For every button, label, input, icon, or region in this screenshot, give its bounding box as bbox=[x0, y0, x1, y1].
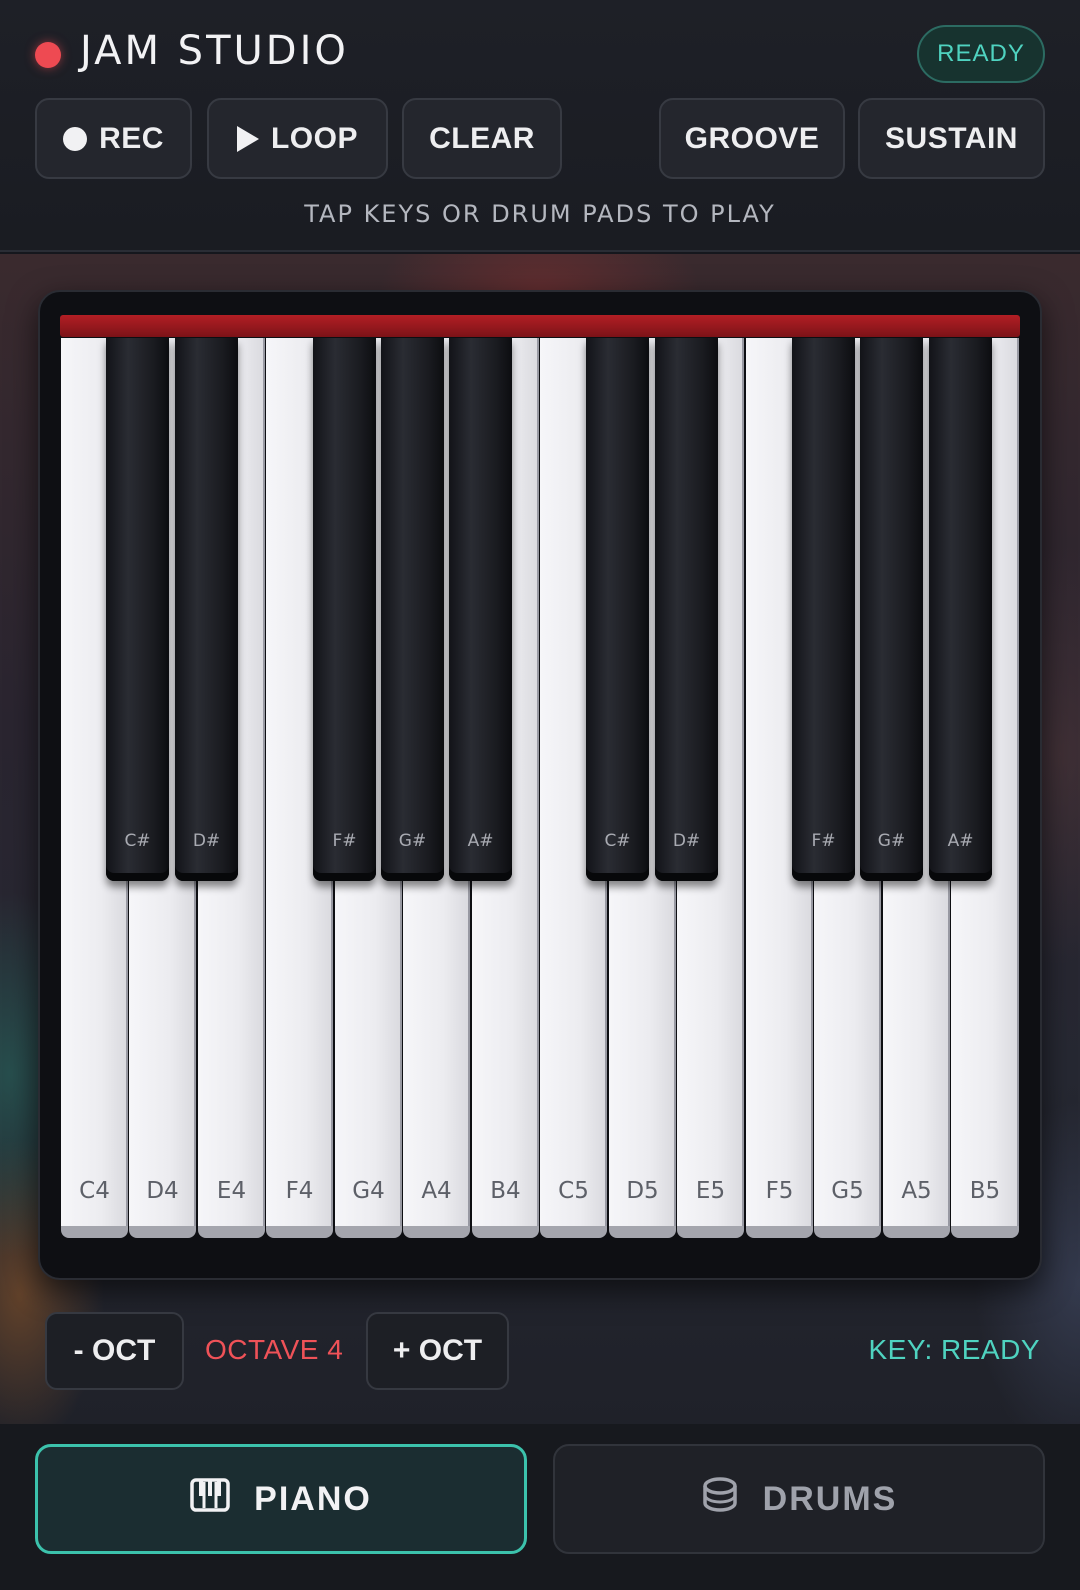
drum-icon bbox=[701, 1476, 739, 1523]
octave-label: OCTAVE 4 bbox=[205, 1334, 344, 1365]
black-key[interactable]: G# bbox=[381, 338, 444, 881]
key-label: G# bbox=[877, 831, 906, 851]
groove-button[interactable]: GROOVE bbox=[659, 98, 845, 179]
play-hint: TAP KEYS OR DRUM PADS TO PLAY bbox=[304, 200, 776, 228]
key-label: G4 bbox=[352, 1178, 385, 1204]
clear-button[interactable]: CLEAR bbox=[402, 98, 562, 179]
black-key[interactable]: G# bbox=[860, 338, 923, 881]
key-label: D4 bbox=[146, 1178, 179, 1204]
black-key[interactable]: D# bbox=[655, 338, 718, 881]
black-key[interactable]: C# bbox=[106, 338, 169, 881]
piano-keys-icon bbox=[190, 1477, 230, 1521]
piano-top-strip bbox=[60, 315, 1020, 337]
rec-button-label: REC bbox=[99, 121, 164, 155]
key-label: A4 bbox=[421, 1178, 452, 1204]
loop-button[interactable]: LOOP bbox=[207, 98, 388, 179]
piano-keyboard: C4 D4 E4 F4 G4 A4 B4 C5 D5 E5 F5 G5 A5 B… bbox=[61, 338, 1020, 1243]
key-label: A# bbox=[947, 831, 974, 851]
sustain-button[interactable]: SUSTAIN bbox=[858, 98, 1045, 179]
key-label: G# bbox=[398, 831, 427, 851]
key-label: C5 bbox=[558, 1178, 589, 1204]
key-label: F5 bbox=[765, 1178, 794, 1204]
key-label: A# bbox=[467, 831, 494, 851]
key-label: C# bbox=[604, 831, 631, 851]
loop-button-label: LOOP bbox=[270, 121, 358, 155]
black-key[interactable]: C# bbox=[586, 338, 649, 881]
clear-button-label: CLEAR bbox=[429, 121, 535, 155]
key-label: A5 bbox=[901, 1178, 932, 1204]
octave-down-button[interactable]: - OCT bbox=[45, 1312, 184, 1390]
key-label: C4 bbox=[79, 1178, 110, 1204]
sustain-button-label: SUSTAIN bbox=[885, 121, 1018, 155]
record-indicator-icon bbox=[35, 42, 61, 68]
tab-piano[interactable]: PIANO bbox=[35, 1444, 527, 1554]
octave-up-button[interactable]: + OCT bbox=[366, 1312, 509, 1390]
key-label: D# bbox=[192, 831, 221, 851]
black-key[interactable]: A# bbox=[929, 338, 992, 881]
record-icon bbox=[63, 126, 88, 151]
key-label: G5 bbox=[831, 1178, 864, 1204]
tab-drums-label: DRUMS bbox=[762, 1479, 898, 1518]
black-key[interactable]: D# bbox=[175, 338, 238, 881]
key-label: F# bbox=[811, 831, 836, 851]
status-badge: READY bbox=[917, 25, 1045, 83]
rec-button[interactable]: REC bbox=[35, 98, 192, 179]
key-label: F4 bbox=[285, 1178, 314, 1204]
header: JAM STUDIO READY REC LOOP CLEAR GROOVE S… bbox=[0, 0, 1080, 252]
app-root: JAM STUDIO READY REC LOOP CLEAR GROOVE S… bbox=[0, 0, 1080, 1590]
key-label: D5 bbox=[626, 1178, 659, 1204]
key-label: B5 bbox=[969, 1178, 1001, 1204]
tab-drums[interactable]: DRUMS bbox=[553, 1444, 1045, 1554]
app-title: JAM STUDIO bbox=[80, 28, 349, 74]
key-label: C# bbox=[124, 831, 151, 851]
black-key[interactable]: F# bbox=[313, 338, 376, 881]
key-label: B4 bbox=[490, 1178, 521, 1204]
key-status: KEY: READY bbox=[868, 1334, 1040, 1365]
black-key[interactable]: A# bbox=[449, 338, 512, 881]
key-label: E5 bbox=[695, 1178, 726, 1204]
black-key[interactable]: F# bbox=[792, 338, 855, 881]
key-label: E4 bbox=[216, 1178, 247, 1204]
play-icon bbox=[236, 125, 259, 152]
key-label: D# bbox=[672, 831, 701, 851]
key-label: F# bbox=[332, 831, 357, 851]
tab-piano-label: PIANO bbox=[254, 1479, 372, 1518]
groove-button-label: GROOVE bbox=[684, 121, 820, 155]
